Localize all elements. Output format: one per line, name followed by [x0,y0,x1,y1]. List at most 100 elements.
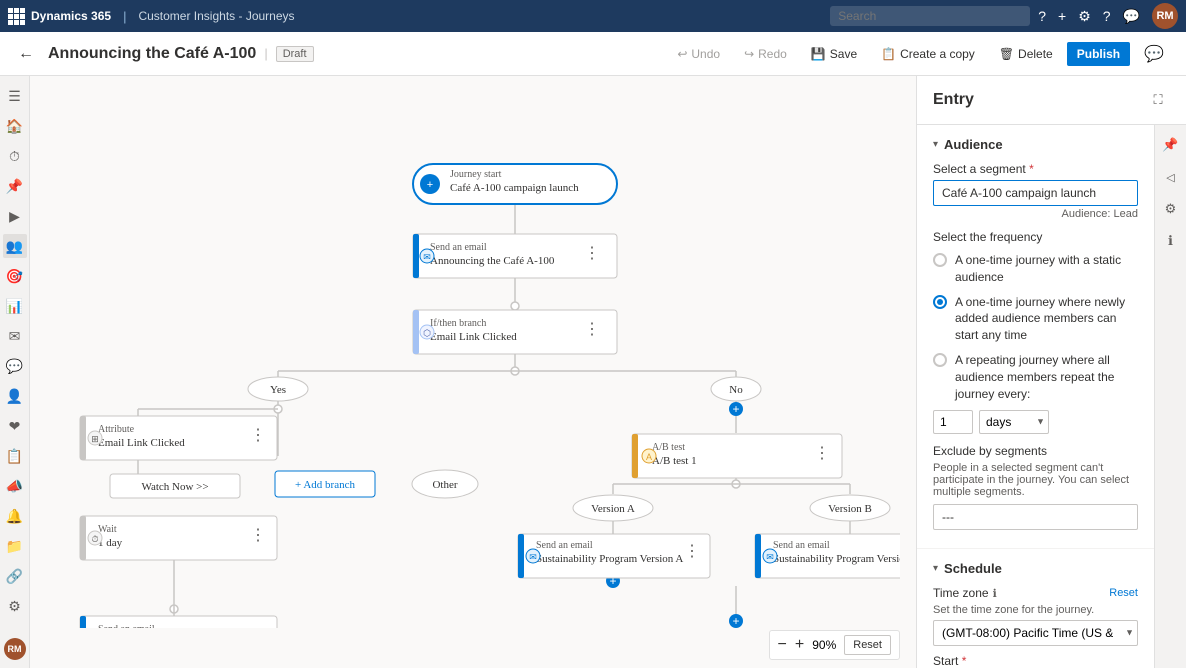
svg-text:⬡: ⬡ [423,328,431,338]
page-title: Announcing the Café A-100 [48,45,256,63]
sidebar-icon-recent[interactable]: ⏱ [3,144,27,168]
main-layout: ☰ 🏠 ⏱ 📌 ▶ 👥 🎯 📊 ✉ 💬 👤 ❤ 📋 📣 🔔 📁 🔗 ⚙ RM [0,76,1186,668]
sidebar-icon-people[interactable]: 👤 [3,384,27,408]
svg-text:Sustainability Program Version: Sustainability Program Version A [536,553,683,565]
chat-icon[interactable]: 💬 [1123,8,1140,25]
freq-option-3[interactable]: A repeating journey where all audience m… [933,352,1138,402]
svg-text:Attribute: Attribute [98,424,135,435]
sidebar-icon-email[interactable]: ✉ [3,324,27,348]
sidebar-icon-play[interactable]: ▶ [3,204,27,228]
svg-text:⋮: ⋮ [250,427,266,444]
frequency-days-row: days weeks months ▾ [933,410,1138,434]
svg-text:Announcing the Café A-100: Announcing the Café A-100 [430,255,555,267]
back-button[interactable]: ← [12,43,40,65]
flow-container: + [30,76,916,628]
start-required: * [962,654,967,668]
delete-button[interactable]: 🗑 Delete [989,42,1063,66]
settings-icon[interactable]: ⚙ [1078,8,1091,25]
undo-icon: ↩ [677,47,687,61]
sidebar-icon-analytics[interactable]: 📊 [3,294,27,318]
right-sidebar-strip: 📌 ◁ ⚙ ℹ [1154,125,1186,668]
separator-icon: | [264,46,267,61]
svg-text:Version B: Version B [828,503,872,515]
timezone-select-wrapper: (GMT-08:00) Pacific Time (US & Canada) ▾ [933,620,1138,646]
svg-text:Other: Other [432,479,457,491]
audience-section-header[interactable]: ▾ Audience [933,137,1138,152]
panel-expand-button[interactable]: ⛶ [1146,88,1170,112]
zoom-out-button[interactable]: − [778,637,787,653]
publish-button[interactable]: Publish [1067,42,1130,66]
copy-button[interactable]: 📋 Create a copy [871,42,985,66]
sidebar-icon-messages[interactable]: 💬 [3,354,27,378]
panel-title: Entry [933,91,974,109]
nav-icons: ? + ⚙ ? 💬 RM [1038,3,1178,29]
panel-gear-button[interactable]: ⚙ [1159,197,1183,221]
svg-text:A/B test: A/B test [652,442,685,453]
schedule-section-header[interactable]: ▾ Schedule [933,561,1138,576]
sidebar-icon-links[interactable]: 🔗 [3,564,27,588]
svg-text:✉: ✉ [766,552,774,562]
exclude-input[interactable] [933,504,1138,530]
segment-input[interactable] [933,180,1138,206]
panel-back-button[interactable]: ◁ [1159,165,1183,189]
svg-text:+: + [427,179,433,191]
help-icon[interactable]: ? [1103,8,1111,24]
canvas-area[interactable]: + [30,76,916,668]
sidebar-icon-audience[interactable]: 👥 [3,234,27,258]
freq-option-1[interactable]: A one-time journey with a static audienc… [933,252,1138,286]
avatar[interactable]: RM [1152,3,1178,29]
grid-icon [8,8,25,25]
sidebar-icon-notifications[interactable]: 🔔 [3,504,27,528]
svg-text:Version A: Version A [591,503,635,515]
svg-text:Send an email: Send an email [430,242,487,253]
timezone-reset-link[interactable]: Reset [1109,587,1138,599]
exclude-label: Exclude by segments [933,444,1138,458]
redo-button[interactable]: ↪ Redo [734,42,797,66]
sidebar-icon-menu[interactable]: ☰ [3,84,27,108]
sidebar-icon-goals[interactable]: 🎯 [3,264,27,288]
sidebar-icon-heart[interactable]: ❤ [3,414,27,438]
sidebar-icon-campaigns[interactable]: 📣 [3,474,27,498]
timezone-label-group: Time zone ℹ [933,586,997,600]
sidebar-icon-home[interactable]: 🏠 [3,114,27,138]
start-label: Start * [933,654,1138,668]
panel-header: Entry ⛶ [917,76,1186,125]
zoom-level: 90% [812,638,836,652]
radio-circle-2 [933,295,947,309]
days-unit-select[interactable]: days weeks months [979,410,1049,434]
undo-button[interactable]: ↩ Undo [667,42,730,66]
status-badge: Draft [276,46,314,62]
search-input[interactable] [830,6,1030,26]
svg-text:+: + [732,402,739,416]
svg-text:Café A-100 campaign launch: Café A-100 campaign launch [450,182,579,194]
svg-text:⋮: ⋮ [250,627,266,628]
panel-pin-button[interactable]: 📌 [1159,133,1183,157]
comments-button[interactable]: 💬 [1134,39,1174,69]
panel-info-button[interactable]: ℹ [1159,229,1183,253]
days-value-input[interactable] [933,410,973,434]
zoom-in-button[interactable]: + [795,637,804,653]
save-button[interactable]: 💾 Save [801,42,867,66]
svg-text:+: + [732,614,739,628]
svg-text:⋮: ⋮ [584,321,600,338]
svg-text:Yes: Yes [270,384,286,396]
sidebar-icon-reports[interactable]: 📋 [3,444,27,468]
svg-text:⋮: ⋮ [814,445,830,462]
sidebar-icon-assets[interactable]: 📁 [3,534,27,558]
timezone-info-icon: ℹ [993,587,997,600]
sidebar-icon-settings[interactable]: ⚙ [3,594,27,618]
svg-text:Send an email: Send an email [98,624,155,628]
flow-diagram: + [30,76,900,628]
sidebar-icon-pin[interactable]: 📌 [3,174,27,198]
add-icon[interactable]: + [1058,8,1066,24]
chevron-down-icon: ▾ [933,139,938,150]
right-panel: Entry ⛶ ▾ Audience Select a segment [916,76,1186,668]
svg-text:Send an email: Send an email [773,540,830,551]
sidebar-avatar[interactable]: RM [4,638,26,660]
svg-text:Send an email: Send an email [536,540,593,551]
timezone-select[interactable]: (GMT-08:00) Pacific Time (US & Canada) [933,620,1138,646]
freq-option-2[interactable]: A one-time journey where newly added aud… [933,294,1138,344]
zoom-reset-button[interactable]: Reset [844,635,891,655]
question-icon[interactable]: ? [1038,8,1046,24]
frequency-radio-group: A one-time journey with a static audienc… [933,252,1138,402]
